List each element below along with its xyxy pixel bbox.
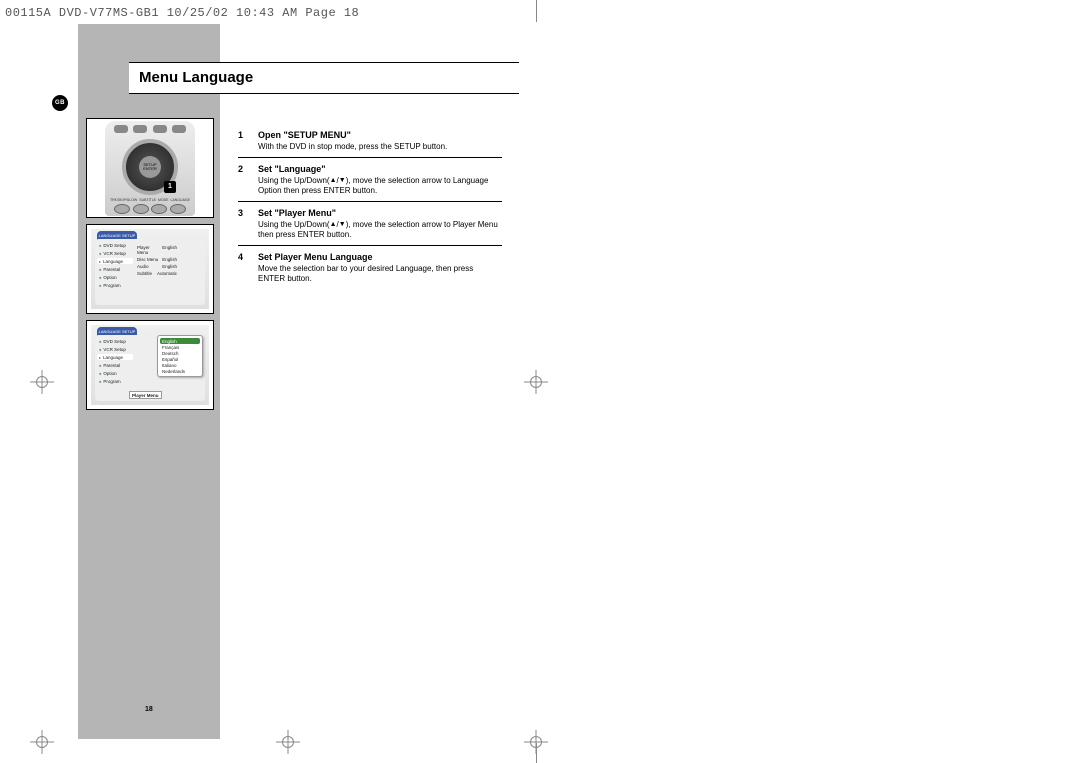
remote-label: TRK/SKIP/SLOW	[110, 198, 137, 202]
list-item: Program	[97, 378, 133, 384]
remote-label: LANGUAGE	[171, 198, 190, 202]
setting-val: English	[162, 245, 177, 255]
popup-item: Nederlands	[160, 368, 200, 374]
step-number: 4	[238, 252, 258, 284]
step-number: 3	[238, 208, 258, 240]
step-row: 1 Open "SETUP MENU" With the DVD in stop…	[238, 128, 502, 158]
list-item: VCR Setup	[97, 346, 133, 352]
setting-val: English	[162, 264, 177, 269]
language-popup: English Français Deutsch Español Italian…	[157, 335, 203, 377]
step-desc: Move the selection bar to your desired L…	[258, 264, 502, 284]
list-item: Option	[97, 274, 133, 280]
desc-text: Using the Up/Down(	[258, 220, 330, 229]
crop-mark-icon	[536, 743, 537, 763]
registration-mark-icon	[30, 370, 54, 394]
step-title: Open "SETUP MENU"	[258, 130, 502, 140]
menu-settings-list: Player MenuEnglish Disc MenuEnglish Audi…	[135, 239, 179, 305]
step-title: Set "Language"	[258, 164, 502, 174]
up-arrow-icon: ▲	[330, 221, 337, 230]
step-desc: With the DVD in stop mode, press the SET…	[258, 142, 502, 152]
list-item: Language	[97, 354, 133, 360]
step-row: 4 Set Player Menu Language Move the sele…	[238, 250, 502, 289]
remote-dial: SETUP ENTER 1	[122, 139, 178, 195]
remote-dial-center: SETUP ENTER	[139, 156, 161, 178]
remote-illustration: SETUP ENTER 1 TRK/SKIP/SLOW SUBTITLE MOD…	[86, 118, 214, 218]
step-title: Set Player Menu Language	[258, 252, 502, 262]
list-item: VCR Setup	[97, 250, 133, 256]
remote-body: SETUP ENTER 1 TRK/SKIP/SLOW SUBTITLE MOD…	[105, 121, 195, 216]
setting-val: English	[162, 257, 177, 262]
remote-function-labels: TRK/SKIP/SLOW SUBTITLE MODE LANGUAGE	[109, 198, 191, 202]
remote-top-buttons	[111, 125, 189, 133]
remote-label: MODE	[158, 198, 169, 202]
crop-mark-icon	[536, 0, 537, 22]
menu-left-list: DVD Setup VCR Setup Language Parental Op…	[95, 239, 135, 305]
section-title-bar: Menu Language	[129, 62, 519, 94]
player-menu-tag: Player Menu	[129, 391, 162, 399]
page-number: 18	[145, 706, 153, 713]
language-badge: GB	[52, 95, 68, 111]
instruction-steps: 1 Open "SETUP MENU" With the DVD in stop…	[238, 128, 502, 293]
menu-screenshot-2: LANGUAGE SETUP DVD Setup VCR Setup Langu…	[86, 320, 214, 410]
step-badge-icon: 1	[164, 181, 176, 193]
list-item: Language	[97, 258, 133, 264]
section-title: Menu Language	[139, 69, 253, 86]
header-metadata: 00115A DVD-V77MS-GB1 10/25/02 10:43 AM P…	[5, 6, 359, 20]
registration-mark-icon	[276, 730, 300, 754]
setting-key: Audio	[137, 264, 149, 269]
list-item: Parental	[97, 362, 133, 368]
dial-label-bottom: ENTER	[143, 167, 157, 171]
up-arrow-icon: ▲	[330, 177, 337, 186]
list-item: Program	[97, 282, 133, 288]
step-number: 2	[238, 164, 258, 196]
down-arrow-icon: ▼	[339, 177, 346, 186]
setting-key: Disc Menu	[137, 257, 158, 262]
remote-label: SUBTITLE	[139, 198, 156, 202]
remote-bottom-buttons	[113, 204, 187, 214]
setting-key: Subtitle	[137, 271, 152, 276]
step-title: Set "Player Menu"	[258, 208, 502, 218]
step-row: 2 Set "Language" Using the Up/Down(▲/▼),…	[238, 162, 502, 202]
page-marker-triangle	[133, 688, 169, 718]
list-item: DVD Setup	[97, 338, 133, 344]
list-item: Option	[97, 370, 133, 376]
list-item: DVD Setup	[97, 242, 133, 248]
desc-text: Using the Up/Down(	[258, 176, 330, 185]
setting-val: Automatic	[157, 271, 177, 276]
setting-key: Player Menu	[137, 245, 162, 255]
registration-mark-icon	[30, 730, 54, 754]
list-item: Parental	[97, 266, 133, 272]
step-desc: Using the Up/Down(▲/▼), move the selecti…	[258, 220, 502, 240]
down-arrow-icon: ▼	[339, 221, 346, 230]
menu-screenshot-1: LANGUAGE SETUP Return DVD Setup VCR Setu…	[86, 224, 214, 314]
registration-mark-icon	[524, 370, 548, 394]
step-row: 3 Set "Player Menu" Using the Up/Down(▲/…	[238, 206, 502, 246]
step-desc: Using the Up/Down(▲/▼), move the selecti…	[258, 176, 502, 196]
illustration-stack: SETUP ENTER 1 TRK/SKIP/SLOW SUBTITLE MOD…	[86, 118, 214, 416]
step-number: 1	[238, 130, 258, 152]
